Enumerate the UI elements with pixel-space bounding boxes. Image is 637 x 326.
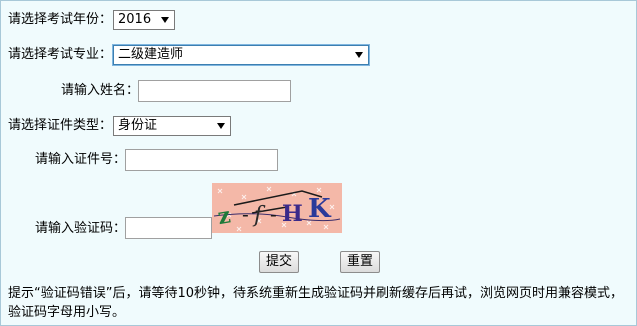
chevron-down-icon	[355, 52, 363, 58]
major-label: 请选择考试专业：	[8, 47, 113, 62]
svg-text:-: -	[242, 202, 249, 226]
major-select-value: 二级建造师	[118, 47, 184, 62]
submit-button[interactable]: 提交	[259, 251, 299, 273]
notice-text: 提示“验证码错误”后，请等待10秒钟，待系统重新生成验证码并刷新缓存后再试，浏览…	[8, 286, 624, 320]
id-number-input[interactable]	[125, 149, 278, 171]
year-select-value: 2016	[118, 12, 152, 27]
svg-text:H: H	[282, 201, 303, 227]
name-label: 请输入姓名：	[61, 83, 140, 98]
chevron-down-icon	[217, 123, 225, 129]
year-label: 请选择考试年份：	[8, 12, 113, 27]
chevron-down-icon	[161, 17, 169, 23]
id-type-select[interactable]: 身份证	[113, 116, 231, 136]
major-select[interactable]: 二级建造师	[113, 45, 369, 65]
query-form-panel: 请选择考试年份： 2016 请选择考试专业： 二级建造师 请输入姓名： 请选择证…	[0, 0, 637, 326]
captcha-input[interactable]	[125, 217, 212, 239]
id-type-select-value: 身份证	[118, 118, 158, 133]
id-number-label: 请输入证件号：	[35, 152, 127, 167]
svg-text:K: K	[308, 194, 332, 224]
svg-text:-: -	[270, 202, 277, 226]
reset-button[interactable]: 重置	[340, 251, 380, 273]
id-type-label: 请选择证件类型：	[8, 118, 113, 133]
captcha-image[interactable]: z - f - H K	[212, 183, 342, 233]
captcha-label: 请输入验证码：	[35, 221, 127, 236]
name-input[interactable]	[138, 80, 291, 102]
year-select[interactable]: 2016	[113, 10, 175, 30]
